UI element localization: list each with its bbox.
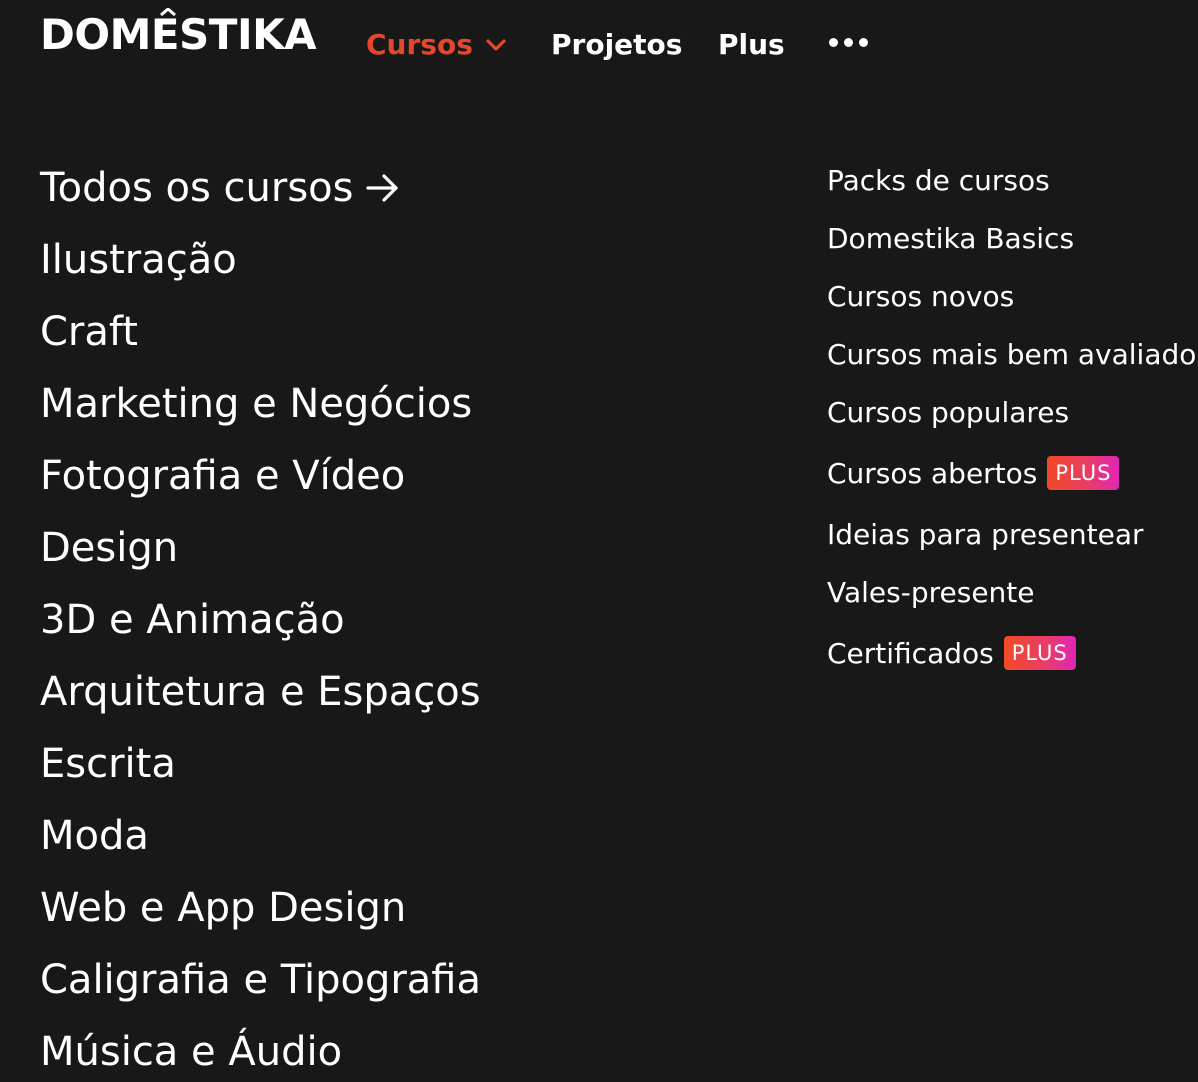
category-item[interactable]: Moda — [40, 800, 660, 872]
extras-item[interactable]: Cursos novos — [827, 267, 1198, 325]
domestika-logo[interactable]: DOMESTIKA — [40, 8, 317, 56]
extras-item[interactable]: Cursos populares — [827, 383, 1198, 441]
nav-cursos[interactable]: Cursos — [366, 28, 507, 62]
category-item[interactable]: Web e App Design — [40, 872, 660, 944]
extras-item[interactable]: Ideias para presentear — [827, 505, 1198, 563]
dot — [859, 38, 868, 47]
category-item[interactable]: Fotografia e Vídeo — [40, 440, 660, 512]
extras-item-label: Cursos abertos — [827, 456, 1038, 490]
category-item[interactable]: Caligrafia e Tipografia — [40, 944, 660, 1016]
extras-item[interactable]: Packs de cursos — [827, 151, 1198, 209]
chevron-down-icon — [486, 39, 506, 51]
extras-item[interactable]: Cursos mais bem avaliados — [827, 325, 1198, 383]
page: DOMESTIKA Cursos Projetos Plus Todos os … — [0, 0, 1198, 1082]
extras-item-open-courses[interactable]: Cursos abertos PLUS — [827, 441, 1198, 505]
nav-cursos-label: Cursos — [366, 28, 473, 61]
category-all-label: Todos os cursos — [40, 165, 354, 211]
extras-item[interactable]: Vales-presente — [827, 563, 1198, 621]
category-item[interactable]: Música e Áudio — [40, 1016, 660, 1082]
dot — [829, 38, 838, 47]
category-item[interactable]: 3D e Animação — [40, 584, 660, 656]
nav-plus[interactable]: Plus — [718, 28, 785, 62]
extras-item-certificates[interactable]: Certificados PLUS — [827, 621, 1198, 685]
extras-item-label: Certificados — [827, 636, 994, 670]
top-navigation: DOMESTIKA Cursos Projetos Plus — [0, 0, 1198, 90]
arrow-right-icon — [365, 174, 398, 202]
category-all-courses[interactable]: Todos os cursos — [40, 152, 660, 224]
plus-badge: PLUS — [1047, 456, 1120, 490]
extras-list: Packs de cursos Domestika Basics Cursos … — [827, 151, 1198, 685]
category-item[interactable]: Arquitetura e Espaços — [40, 656, 660, 728]
logo-text: DOMESTIKA — [40, 10, 317, 59]
extras-item[interactable]: Domestika Basics — [827, 209, 1198, 267]
category-item[interactable]: Design — [40, 512, 660, 584]
category-item[interactable]: Ilustração — [40, 224, 660, 296]
category-item[interactable]: Marketing e Negócios — [40, 368, 660, 440]
category-item[interactable]: Escrita — [40, 728, 660, 800]
plus-badge: PLUS — [1003, 636, 1076, 670]
dot — [844, 38, 853, 47]
category-item[interactable]: Craft — [40, 296, 660, 368]
category-list: Todos os cursos Ilustração Craft Marketi… — [40, 152, 660, 1082]
more-dots-icon[interactable] — [829, 38, 868, 47]
nav-projetos[interactable]: Projetos — [551, 28, 682, 62]
logo-accent-icon — [160, 8, 176, 16]
